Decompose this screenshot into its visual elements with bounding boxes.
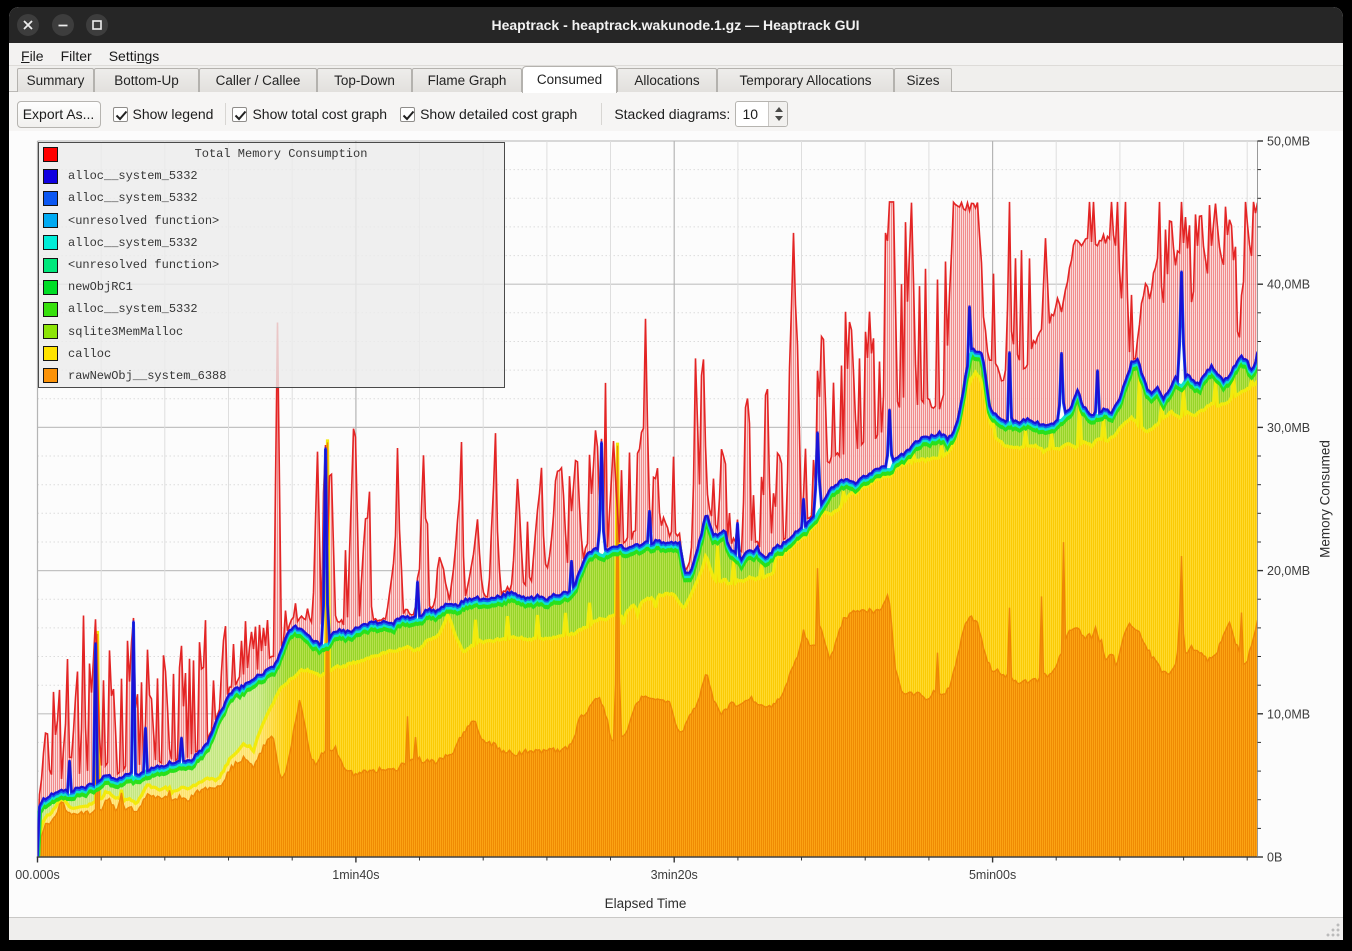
svg-text:5min00s: 5min00s xyxy=(968,868,1015,882)
svg-text:1min40s: 1min40s xyxy=(332,868,379,882)
svg-text:00.000s: 00.000s xyxy=(15,868,59,882)
svg-text:10,0MB: 10,0MB xyxy=(1267,707,1310,721)
svg-text:0B: 0B xyxy=(1267,851,1282,865)
svg-text:Memory Consumed: Memory Consumed xyxy=(1317,440,1332,558)
svg-text:30,0MB: 30,0MB xyxy=(1267,421,1310,435)
svg-text:Elapsed Time: Elapsed Time xyxy=(604,896,686,911)
svg-text:3min20s: 3min20s xyxy=(650,868,697,882)
svg-text:40,0MB: 40,0MB xyxy=(1267,278,1310,292)
svg-text:50,0MB: 50,0MB xyxy=(1267,135,1310,149)
svg-text:20,0MB: 20,0MB xyxy=(1267,564,1310,578)
